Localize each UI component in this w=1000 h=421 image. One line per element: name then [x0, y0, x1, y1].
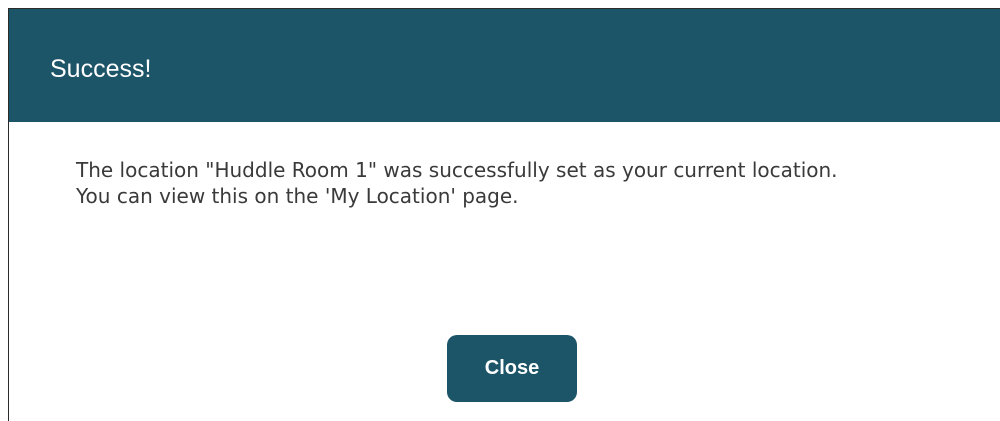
- success-dialog: Success! The location "Huddle Room 1" wa…: [8, 8, 1000, 421]
- close-button[interactable]: Close: [447, 335, 577, 402]
- background-strip: [0, 0, 1000, 8]
- dialog-title: Success!: [50, 55, 152, 83]
- dialog-header: Success!: [9, 9, 1000, 122]
- screen: Success! The location "Huddle Room 1" wa…: [0, 0, 1000, 421]
- dialog-message: The location "Huddle Room 1" was success…: [76, 158, 838, 208]
